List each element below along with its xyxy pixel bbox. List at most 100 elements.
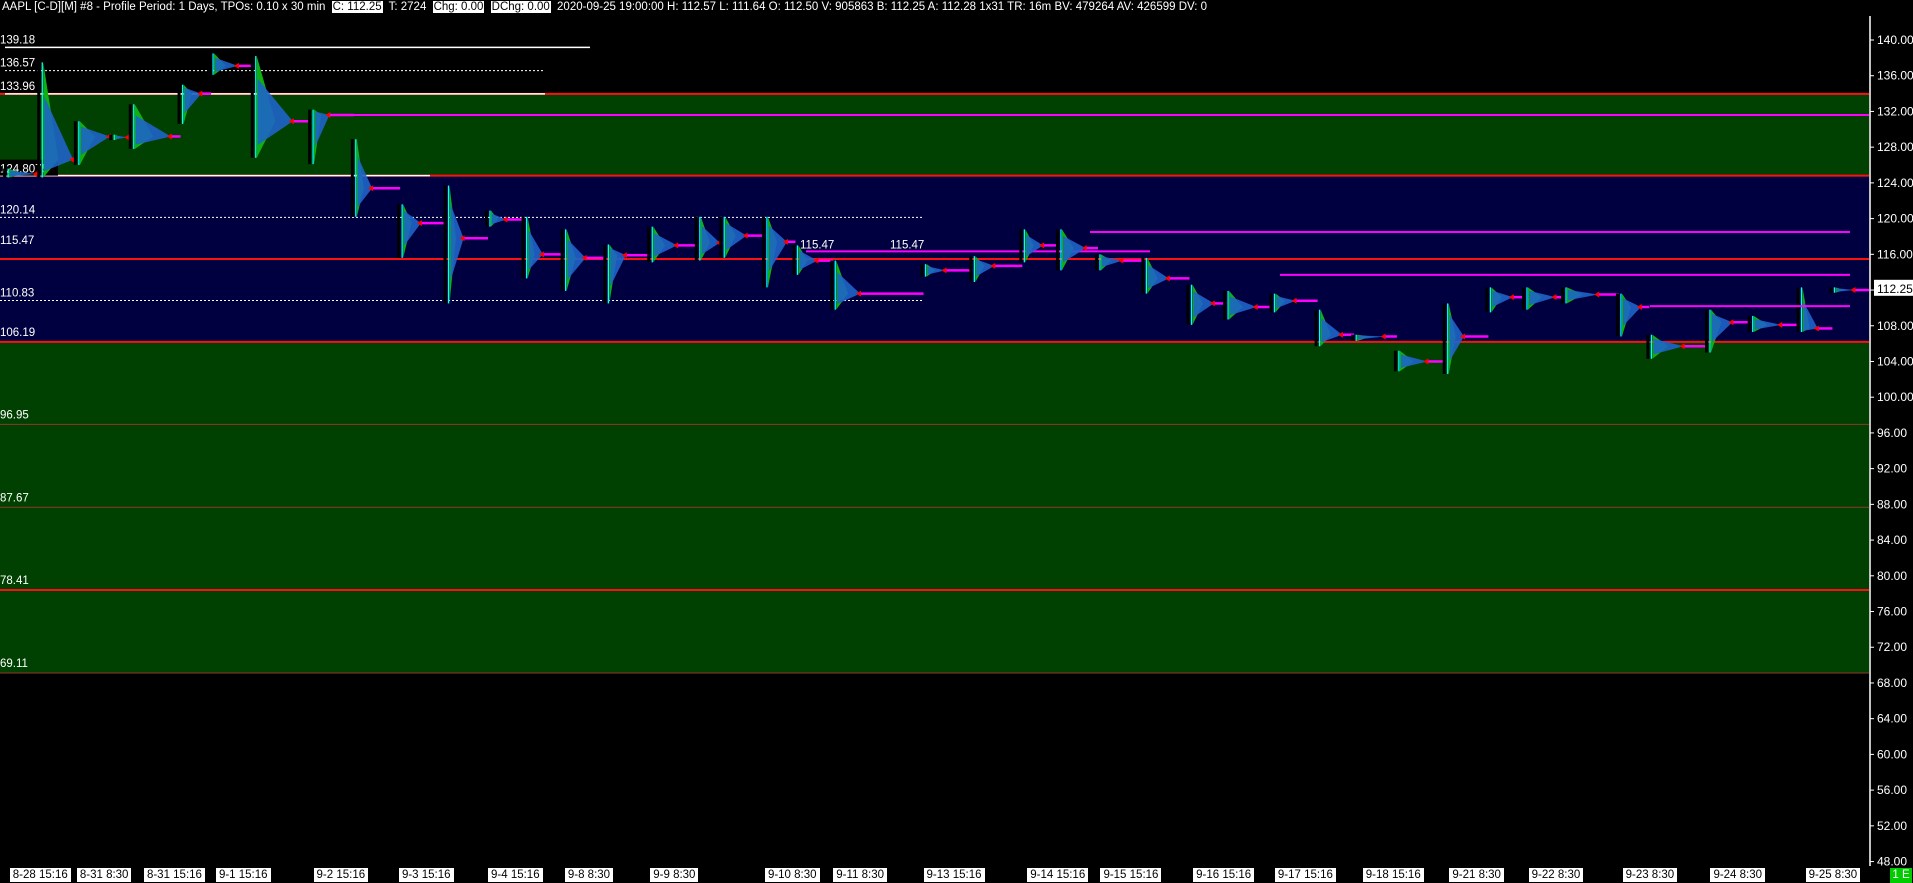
time-axis-label: 9-13 15:16 bbox=[923, 868, 985, 882]
price-tick-label: 100.00 bbox=[1877, 390, 1913, 404]
price-tick-label: 116.00 bbox=[1877, 247, 1913, 261]
price-tick-label: 76.00 bbox=[1877, 605, 1907, 619]
price-tick-label: 132.00 bbox=[1877, 104, 1913, 118]
current-price-label: 112.25 bbox=[1877, 282, 1913, 296]
profile-range-bar bbox=[350, 139, 354, 217]
time-axis-label: 9-17 15:16 bbox=[1274, 868, 1336, 882]
chart-mode-badge[interactable]: 1 E bbox=[1890, 868, 1912, 883]
time-axis-label: 8-28 15:16 bbox=[9, 868, 71, 882]
profile-range-bar bbox=[521, 216, 525, 279]
profile-range-bar bbox=[1829, 287, 1833, 293]
time-axis-label: 8-31 8:30 bbox=[76, 868, 132, 882]
profile-range-bar bbox=[485, 210, 488, 227]
profile-range-bar bbox=[719, 216, 723, 258]
price-tick-label: 104.00 bbox=[1877, 354, 1913, 368]
time-axis-label: 9-4 15:16 bbox=[488, 868, 543, 882]
profile-range-bar bbox=[1747, 315, 1751, 333]
price-tick-label: 128.00 bbox=[1877, 140, 1913, 154]
price-tick-label: 64.00 bbox=[1877, 712, 1907, 726]
profile-range-bar bbox=[694, 216, 698, 261]
level-label: 120.14 bbox=[0, 204, 36, 216]
profile-range-bar bbox=[397, 204, 401, 258]
profile-range-bar bbox=[1186, 284, 1190, 325]
level-label: 133.96 bbox=[0, 81, 35, 93]
market-profile-chart[interactable]: 139.18136.57133.96124.8075120.14115.4711… bbox=[0, 0, 1913, 866]
time-axis-label: 9-14 15:16 bbox=[1027, 868, 1089, 882]
price-tick-label: 88.00 bbox=[1877, 497, 1907, 511]
time-axis-label: 9-23 8:30 bbox=[1622, 868, 1678, 882]
profile-range-bar bbox=[1485, 287, 1489, 313]
price-tick-label: 140.00 bbox=[1877, 33, 1913, 47]
profile-range-bar bbox=[443, 185, 447, 304]
price-tick-label: 72.00 bbox=[1877, 640, 1907, 654]
time-axis-label: 9-8 8:30 bbox=[564, 868, 614, 882]
level-label: 69.11 bbox=[0, 658, 28, 670]
price-tick-label: 80.00 bbox=[1877, 569, 1907, 583]
price-tick-label: 60.00 bbox=[1877, 747, 1907, 761]
profile-range-bar bbox=[969, 256, 973, 283]
profile-range-bar bbox=[1141, 257, 1145, 294]
profile-range-bar bbox=[1019, 229, 1023, 263]
profile-range-bar bbox=[1705, 309, 1708, 353]
profile-range-bar bbox=[250, 56, 254, 158]
time-axis-label: 9-16 15:16 bbox=[1193, 868, 1255, 882]
price-tick-label: 84.00 bbox=[1877, 533, 1907, 547]
price-tick-label: 124.00 bbox=[1877, 176, 1913, 190]
profile-range-bar bbox=[1314, 309, 1318, 347]
profile-range-bar bbox=[1796, 287, 1800, 333]
profile-range-bar bbox=[830, 260, 834, 310]
price-tick-label: 120.00 bbox=[1877, 212, 1913, 226]
time-axis-label: 9-24 8:30 bbox=[1710, 868, 1766, 882]
price-tick-label: 56.00 bbox=[1877, 783, 1907, 797]
profile-range-bar bbox=[1615, 293, 1619, 337]
time-axis-label: 9-18 15:16 bbox=[1362, 868, 1424, 882]
price-tick-label: 68.00 bbox=[1877, 676, 1907, 690]
profile-range-bar bbox=[1351, 334, 1355, 341]
price-tick-label: 48.00 bbox=[1877, 855, 1907, 866]
time-axis-label: 9-1 15:16 bbox=[215, 868, 271, 882]
profile-range-bar bbox=[3, 168, 7, 178]
profile-range-bar bbox=[1269, 293, 1273, 313]
profile-range-bar bbox=[1561, 287, 1565, 304]
profile-range-bar bbox=[1393, 350, 1397, 372]
price-tick-label: 92.00 bbox=[1877, 462, 1907, 476]
profile-tpo-blue bbox=[215, 57, 238, 72]
profile-range-bar bbox=[603, 244, 607, 304]
profile-close-marker bbox=[233, 62, 239, 69]
profile-range-bar bbox=[1223, 290, 1227, 320]
profile-range-bar bbox=[109, 134, 113, 141]
profile-range-bar bbox=[560, 229, 564, 291]
time-axis-label: 9-21 8:30 bbox=[1449, 868, 1504, 882]
level-label: 115.47 bbox=[890, 239, 924, 251]
profile-range-bar bbox=[1646, 334, 1650, 359]
level-label: 87.67 bbox=[0, 492, 29, 504]
level-label: 136.57 bbox=[0, 58, 35, 70]
time-axis-label: 9-25 8:30 bbox=[1805, 868, 1861, 882]
zone-green bbox=[0, 93, 1869, 176]
price-tick-label: 108.00 bbox=[1877, 319, 1913, 333]
profile-range-bar bbox=[177, 84, 181, 124]
time-axis-label: 9-22 8:30 bbox=[1528, 868, 1584, 882]
time-axis-label: 9-3 15:16 bbox=[398, 868, 454, 882]
time-axis-label: 9-2 15:16 bbox=[313, 868, 369, 882]
price-tick-label: 52.00 bbox=[1877, 819, 1907, 833]
price-tick-label: 136.00 bbox=[1877, 69, 1913, 83]
profile-range-bar bbox=[308, 109, 312, 165]
profile-range-bar bbox=[920, 264, 924, 277]
time-axis-label: 9-10 8:30 bbox=[764, 868, 820, 882]
level-label: 78.41 bbox=[0, 575, 29, 587]
profile-range-bar bbox=[792, 245, 796, 275]
profile-range-bar bbox=[1442, 303, 1446, 374]
level-label: 115.47 bbox=[0, 235, 34, 247]
profile-range-bar bbox=[761, 216, 765, 288]
level-label: 96.95 bbox=[0, 409, 29, 421]
time-axis-label: 9-11 8:30 bbox=[833, 868, 887, 882]
profile-range-bar bbox=[128, 104, 132, 149]
profile-range-bar bbox=[208, 53, 212, 75]
price-tick-label: 96.00 bbox=[1877, 426, 1907, 440]
profile-range-bar bbox=[1095, 254, 1098, 271]
time-axis-label: 9-15 15:16 bbox=[1100, 868, 1162, 882]
profile-range-bar bbox=[1522, 287, 1525, 310]
level-label: 106.19 bbox=[0, 327, 35, 339]
profile-range-bar bbox=[73, 121, 77, 166]
